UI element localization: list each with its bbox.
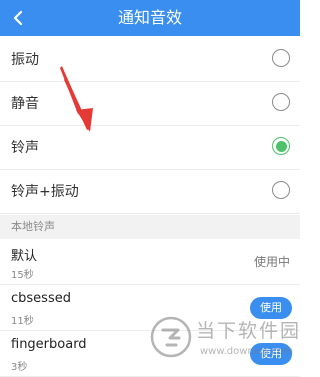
mode-option-silent[interactable]: 静音	[0, 82, 300, 126]
ringtone-duration: 15秒	[11, 270, 34, 281]
watermark-text: 当下软件园	[196, 320, 302, 342]
mode-option-vibrate[interactable]: 振动	[0, 38, 300, 82]
ringtone-duration: 11秒	[11, 316, 34, 327]
watermark-logo-icon	[150, 316, 192, 358]
radio-button[interactable]	[272, 49, 290, 67]
ringtone-name: fingerboard	[11, 337, 87, 352]
mode-label: 振动	[11, 52, 39, 68]
mode-label: 静音	[11, 96, 39, 112]
ringtone-duration: 3秒	[11, 362, 28, 373]
mode-option-ringtone[interactable]: 铃声	[0, 126, 300, 170]
watermark-url: www.downxia.com	[200, 346, 294, 357]
watermark: 当下软件园 www.downxia.com	[150, 312, 302, 374]
radio-button[interactable]	[272, 181, 290, 199]
radio-button[interactable]	[272, 93, 290, 111]
in-use-label: 使用中	[253, 255, 290, 269]
mode-label: 铃声	[11, 140, 39, 156]
ringtone-name: cbsessed	[11, 291, 71, 306]
mode-option-ringtone-vibrate[interactable]: 铃声+振动	[0, 170, 300, 214]
page-title: 通知音效	[117, 8, 182, 27]
ringtone-item-default[interactable]: 默认 15秒 使用中	[0, 239, 300, 285]
ringtone-name: 默认	[11, 249, 38, 264]
section-header-local-ringtones: 本地铃声	[0, 215, 300, 239]
title-bar: 通知音效	[0, 0, 300, 36]
radio-button-selected[interactable]	[272, 137, 290, 155]
mode-label: 铃声+振动	[11, 184, 79, 200]
